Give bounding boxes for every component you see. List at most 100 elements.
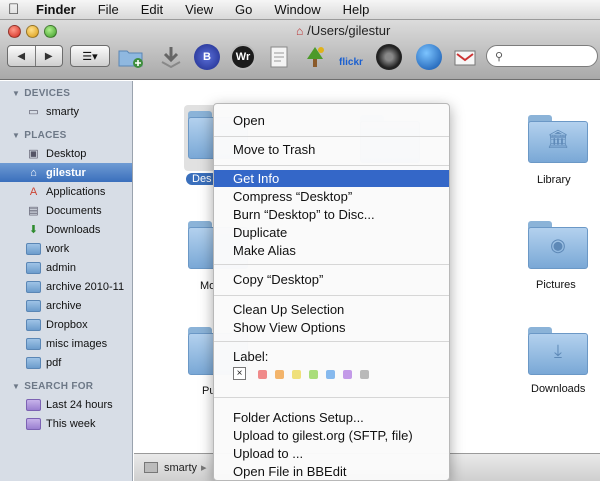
sidebar-item-label: Applications — [46, 185, 106, 198]
sidebar-item-documents[interactable]: ▤ Documents — [0, 201, 132, 220]
menu-copy[interactable]: Copy “Desktop” — [214, 271, 449, 288]
sidebar-item-work[interactable]: work — [0, 239, 132, 258]
downloads-icon: ⬇ — [28, 223, 39, 236]
menu-separator — [214, 264, 449, 265]
disclosure-triangle-icon[interactable]: ▼ — [12, 89, 20, 98]
label-none-button[interactable]: × — [233, 367, 246, 380]
smart-search-icon — [26, 417, 41, 430]
menu-upload-gilest[interactable]: Upload to gilest.org (SFTP, file) — [214, 427, 449, 444]
download-arrow-icon[interactable] — [156, 42, 186, 72]
sidebar-item-admin[interactable]: admin — [0, 258, 132, 277]
sidebar-item-archive-2010-11[interactable]: archive 2010-11 — [0, 277, 132, 296]
menu-open-in-bbedit[interactable]: Open File in BBEdit — [214, 463, 449, 480]
sidebar-item-label: misc images — [46, 337, 108, 350]
close-button[interactable] — [8, 25, 21, 38]
app-b-icon[interactable]: B — [192, 42, 222, 72]
sidebar-section-places[interactable]: ▼ PLACES — [0, 127, 132, 144]
menu-go[interactable]: Go — [235, 2, 252, 17]
menu-upload-to[interactable]: Upload to ... — [214, 445, 449, 462]
app-wr-icon[interactable]: Wr — [228, 42, 258, 72]
list-view-icon: ☰▾ — [82, 50, 98, 63]
menu-window[interactable]: Window — [274, 2, 320, 17]
folder-icon — [26, 318, 41, 331]
zoom-button[interactable] — [44, 25, 57, 38]
disclosure-triangle-icon[interactable]: ▼ — [12, 131, 20, 140]
menu-open[interactable]: Open — [214, 112, 449, 129]
sidebar-item-gilestur[interactable]: ⌂ gilestur — [0, 163, 132, 182]
menu-separator — [214, 341, 449, 342]
label-color-swatch[interactable] — [326, 370, 335, 379]
search-icon: ⚲ — [495, 50, 504, 63]
folder-downloads[interactable]: ⤓ — [528, 327, 588, 375]
sidebar-item-label: This week — [46, 417, 96, 430]
sidebar-section-search-for[interactable]: ▼ SEARCH FOR — [0, 378, 132, 395]
sidebar-item-pdf[interactable]: pdf — [0, 353, 132, 372]
menu-folder-actions-setup[interactable]: Folder Actions Setup... — [214, 409, 449, 426]
folder-icon — [26, 299, 41, 312]
home-icon: ⌂ — [296, 23, 304, 38]
folder-icon — [26, 242, 41, 255]
sidebar-item-applications[interactable]: A Applications — [0, 182, 132, 201]
sidebar-item-label: Last 24 hours — [46, 398, 113, 411]
window-title: ⌂ /Users/gilestur — [296, 23, 390, 38]
forward-button[interactable]: ▶ — [34, 46, 63, 66]
sidebar-item-desktop[interactable]: ▣ Desktop — [0, 144, 132, 163]
menu-show-view-options[interactable]: Show View Options — [214, 319, 449, 336]
menu-move-to-trash[interactable]: Move to Trash — [214, 141, 449, 158]
sidebar-item-dropbox[interactable]: Dropbox — [0, 315, 132, 334]
smart-search-icon — [26, 398, 41, 411]
label-color-swatch[interactable] — [275, 370, 284, 379]
hard-drive-icon — [144, 462, 158, 473]
back-button[interactable]: ◀ — [8, 46, 35, 66]
menu-finder[interactable]: Finder — [36, 2, 76, 17]
sidebar-item-misc-images[interactable]: misc images — [0, 334, 132, 353]
folder-library[interactable]: 🏛 — [528, 115, 588, 163]
search-field[interactable]: ⚲ — [486, 45, 598, 67]
sidebar-section-devices[interactable]: ▼ DEVICES — [0, 85, 132, 102]
disclosure-triangle-icon[interactable]: ▼ — [12, 382, 20, 391]
menu-help[interactable]: Help — [343, 2, 370, 17]
sidebar-item-this-week[interactable]: This week — [0, 414, 132, 433]
label-color-swatch[interactable] — [292, 370, 301, 379]
menu-edit[interactable]: Edit — [141, 2, 163, 17]
label-color-swatch[interactable] — [360, 370, 369, 379]
menu-make-alias[interactable]: Make Alias — [214, 242, 449, 259]
menu-compress[interactable]: Compress “Desktop” — [214, 188, 449, 205]
view-options-button[interactable]: ☰▾ — [70, 45, 110, 67]
folder-icon — [26, 356, 41, 369]
menu-clean-up-selection[interactable]: Clean Up Selection — [214, 301, 449, 318]
menu-duplicate[interactable]: Duplicate — [214, 224, 449, 241]
sidebar-item-archive[interactable]: archive — [0, 296, 132, 315]
applications-icon: A — [29, 185, 38, 198]
apple-menu-icon[interactable]:  — [8, 1, 22, 18]
menu-burn[interactable]: Burn “Desktop” to Disc... — [214, 206, 449, 223]
sidebar-item-downloads[interactable]: ⬇ Downloads — [0, 220, 132, 239]
label-color-swatch[interactable] — [309, 370, 318, 379]
menu-file[interactable]: File — [98, 2, 119, 17]
menu-view[interactable]: View — [185, 2, 213, 17]
minimize-button[interactable] — [26, 25, 39, 38]
new-folder-icon[interactable] — [116, 42, 146, 72]
label-color-swatch[interactable] — [258, 370, 267, 379]
back-forward-buttons: ◀ ▶ — [7, 45, 63, 67]
folder-label-downloads: Downloads — [531, 383, 586, 395]
camera-icon: ◉ — [550, 235, 566, 255]
sidebar: ▼ DEVICES ▭ smarty ▼ PLACES ▣ Desktop ⌂ gilestur A… — [0, 81, 133, 481]
sidebar-item-smarty[interactable]: ▭ smarty — [0, 102, 132, 121]
folder-icon — [26, 261, 41, 274]
sidebar-item-last-24-hours[interactable]: Last 24 hours — [0, 395, 132, 414]
flickr-icon[interactable]: flickr — [336, 42, 366, 72]
desktop-icon: ▣ — [28, 147, 39, 160]
tree-app-icon[interactable] — [300, 42, 330, 72]
mail-app-icon[interactable] — [450, 42, 480, 72]
path-root[interactable]: smarty — [164, 462, 197, 474]
window-title-text: /Users/gilestur — [307, 23, 391, 38]
hard-drive-icon: ▭ — [28, 105, 39, 118]
menu-get-info[interactable]: Get Info — [214, 170, 449, 187]
quicktime-icon[interactable] — [414, 42, 444, 72]
dvd-player-icon[interactable] — [374, 42, 404, 72]
document-icon[interactable] — [264, 42, 294, 72]
label-color-swatch[interactable] — [343, 370, 352, 379]
sidebar-section-title: SEARCH FOR — [24, 381, 94, 392]
folder-pictures[interactable]: ◉ — [528, 221, 588, 269]
